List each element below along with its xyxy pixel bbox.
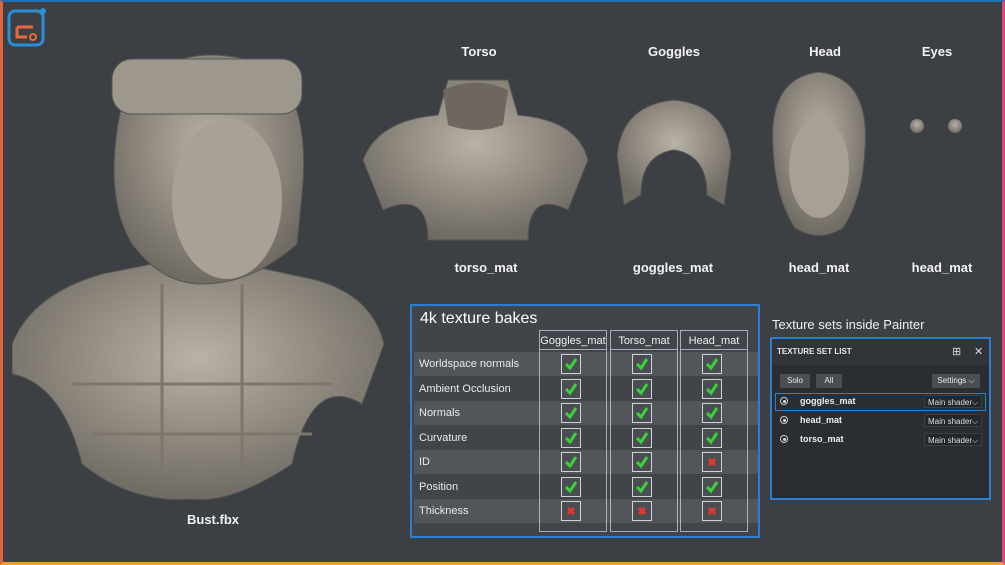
head-model-image [772, 71, 866, 236]
check-icon [702, 476, 722, 497]
shader-dropdown[interactable]: Main shader⌵ [924, 433, 982, 446]
shader-label: Main shader [928, 417, 973, 426]
check-icon [702, 403, 722, 423]
shader-label: Main shader [928, 398, 973, 407]
material-label-goggles: goggles_mat [632, 260, 714, 275]
texture-sets-caption: Texture sets inside Painter [772, 317, 925, 332]
texture-set-list-header: TEXTURE SET LIST ⊞ ✕ [772, 339, 989, 365]
visibility-radio-icon[interactable] [780, 397, 788, 405]
visibility-radio-icon[interactable] [780, 435, 788, 443]
texture-set-name: goggles_mat [800, 396, 856, 406]
check-icon [632, 378, 652, 399]
goggles-model-image [616, 99, 732, 206]
check-icon [561, 403, 581, 423]
check-icon [561, 378, 581, 399]
texture-set-list-title: TEXTURE SET LIST [777, 347, 852, 356]
bake-row-label: Thickness [419, 505, 469, 517]
material-label-eyes: head_mat [911, 260, 973, 275]
bakes-title: 4k texture bakes [420, 310, 538, 327]
cross-icon [702, 452, 722, 472]
bake-row: Ambient Occlusion [414, 377, 758, 401]
dock-icon[interactable]: ⊞ [952, 345, 961, 358]
bake-row-label: Normals [419, 407, 460, 419]
texture-set-name: head_mat [800, 415, 843, 425]
check-icon [561, 476, 581, 497]
texture-set-list-panel: TEXTURE SET LIST ⊞ ✕ Solo All Settings ⌵… [770, 337, 991, 500]
torso-model-image [362, 79, 589, 241]
bake-row: Thickness [414, 499, 758, 523]
texture-bakes-table: 4k texture bakes Goggles_mat Torso_mat H… [410, 304, 760, 538]
check-icon [702, 354, 722, 374]
bust-model-image [12, 54, 384, 501]
check-icon [632, 452, 652, 472]
bake-row: Normals [414, 401, 758, 425]
shader-dropdown[interactable]: Main shader⌵ [924, 395, 982, 408]
eyes-model-image [910, 119, 962, 133]
settings-dropdown[interactable]: Settings ⌵ [932, 374, 980, 388]
check-icon [702, 427, 722, 448]
all-button[interactable]: All [816, 374, 842, 388]
bake-row-label: Position [419, 480, 459, 493]
column-header-head: Head_mat [680, 330, 748, 350]
check-icon [632, 403, 652, 423]
texture-set-name: torso_mat [800, 434, 844, 444]
texture-set-item-goggles_mat[interactable]: goggles_mat Main shader⌵ [775, 393, 986, 411]
bake-row: Curvature [414, 426, 758, 450]
check-icon [702, 378, 722, 399]
chevron-down-icon: ⌵ [972, 417, 979, 426]
check-icon [561, 452, 581, 472]
texture-set-item-torso_mat[interactable]: torso_mat Main shader⌵ [776, 432, 985, 448]
check-icon [632, 476, 652, 497]
cross-icon [702, 501, 722, 521]
bake-row: Position [414, 475, 758, 499]
cross-icon [632, 501, 652, 521]
settings-label: Settings [937, 376, 967, 385]
bake-row: ID [414, 450, 758, 474]
material-label-torso: torso_mat [454, 260, 518, 275]
visibility-radio-icon[interactable] [780, 416, 788, 424]
chevron-down-icon: ⌵ [972, 398, 979, 407]
part-title-head: Head [809, 44, 841, 59]
bake-row-label: Curvature [419, 431, 468, 444]
part-title-eyes: Eyes [921, 44, 953, 59]
check-icon [561, 354, 581, 374]
close-icon[interactable]: ✕ [974, 345, 983, 358]
cross-icon [561, 501, 581, 521]
check-icon [561, 427, 581, 448]
part-title-goggles: Goggles [647, 44, 700, 59]
solo-button[interactable]: Solo [780, 374, 810, 388]
column-header-goggles: Goggles_mat [539, 330, 607, 350]
chevron-down-icon: ⌵ [972, 436, 979, 445]
chevron-down-icon: ⌵ [966, 376, 975, 385]
app-logo [7, 8, 46, 47]
bake-row-label: Ambient Occlusion [419, 382, 511, 395]
part-title-torso: Torso [461, 44, 497, 59]
column-header-torso: Torso_mat [610, 330, 678, 350]
bust-label: Bust.fbx [187, 512, 239, 527]
shader-dropdown[interactable]: Main shader⌵ [924, 414, 982, 427]
bake-row-label: Worldspace normals [419, 358, 520, 370]
bake-row: Worldspace normals [414, 352, 758, 376]
texture-set-item-head_mat[interactable]: head_mat Main shader⌵ [776, 413, 985, 429]
bake-row-label: ID [419, 456, 430, 468]
material-label-head: head_mat [788, 260, 850, 275]
shader-label: Main shader [928, 436, 973, 445]
check-icon [632, 427, 652, 448]
check-icon [632, 354, 652, 374]
